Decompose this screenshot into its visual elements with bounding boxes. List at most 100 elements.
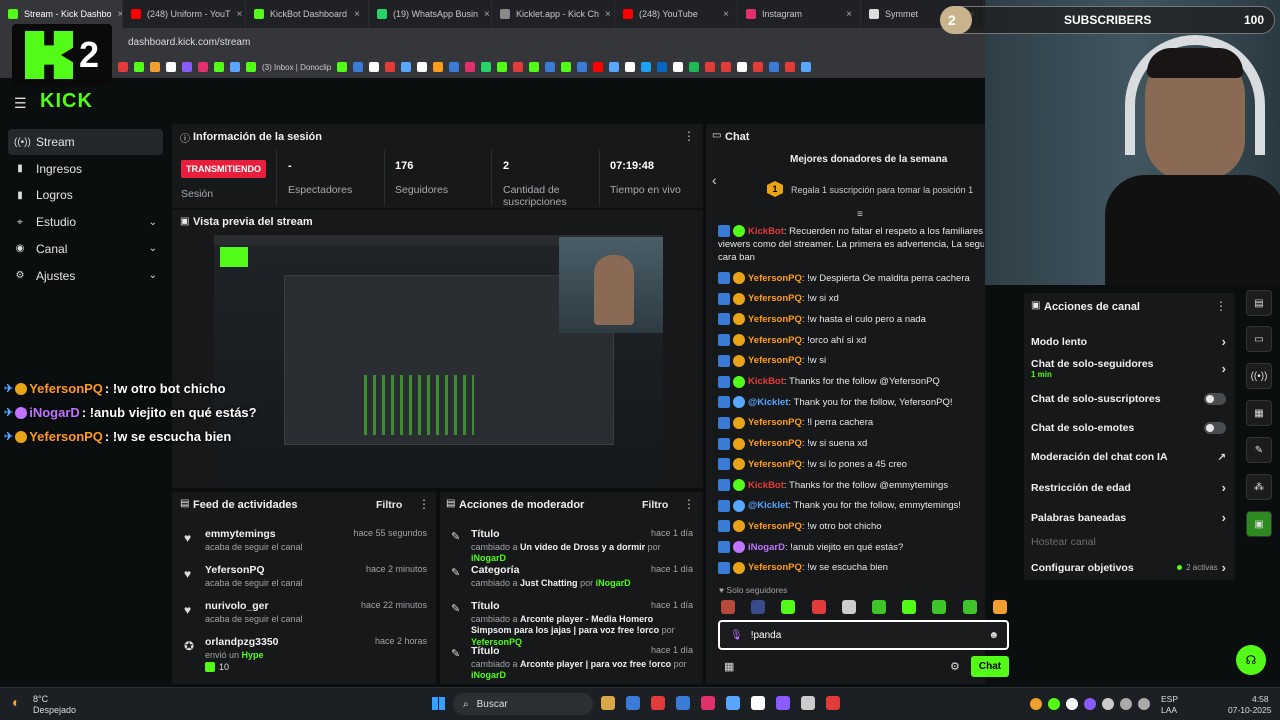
channel-action-control[interactable]: ↗ <box>1218 452 1226 463</box>
bookmark-icon[interactable] <box>673 62 684 72</box>
taskbar-search[interactable]: ⌕ Buscar <box>453 693 593 715</box>
bookmark-icon[interactable] <box>150 62 160 72</box>
tray-icon[interactable] <box>1084 698 1096 710</box>
channel-action-item[interactable]: Configurar objetivos 2 activas › <box>1031 560 1226 575</box>
chevron-left-icon[interactable]: ‹ <box>712 172 717 188</box>
tray-icon[interactable] <box>1066 698 1078 710</box>
bookmark-icon[interactable] <box>118 62 128 72</box>
mod-by[interactable]: iNogarD <box>471 553 506 563</box>
browser-tab[interactable]: (248) Uniform - YouT × <box>123 0 246 28</box>
clock-date[interactable]: 07-10-2025 <box>1228 705 1271 715</box>
bookmark-icon[interactable] <box>657 62 668 72</box>
toggle-switch[interactable] <box>1204 422 1226 434</box>
chat-username[interactable]: YefersonPQ <box>748 314 802 325</box>
emote-icon[interactable] <box>751 600 766 614</box>
chat-username[interactable]: YefersonPQ <box>748 521 802 532</box>
bookmark-icon[interactable] <box>561 62 572 72</box>
channel-action-control[interactable]: › <box>1222 334 1226 349</box>
rail-chat-button[interactable]: ▭ <box>1246 326 1272 352</box>
bookmark-icon[interactable] <box>417 62 428 72</box>
bookmark-icon[interactable] <box>214 62 224 72</box>
channel-action-item[interactable]: Restricción de edad › <box>1031 480 1226 495</box>
sidebar-item-estudio[interactable]: ⌖ Estudio ⌄ <box>8 209 163 235</box>
kebab-icon[interactable]: ⋮ <box>683 129 695 143</box>
chevron-down-icon[interactable]: ⌄ <box>149 243 157 254</box>
bookmark-icon[interactable] <box>401 62 412 72</box>
bookmark-icon[interactable] <box>246 62 256 72</box>
chat-username[interactable]: YefersonPQ <box>748 438 802 449</box>
taskbar-app-icon[interactable] <box>726 696 740 710</box>
bookmark-icon[interactable] <box>353 62 364 72</box>
chat-username[interactable]: YefersonPQ <box>748 355 802 366</box>
close-icon[interactable]: × <box>354 9 360 20</box>
kebab-icon[interactable]: ⋮ <box>683 497 695 511</box>
activity-item[interactable]: YefersonPQ acaba de seguir el canal hace 2… <box>205 564 427 588</box>
sidebar-item-stream[interactable]: ((•)) Stream <box>8 129 163 155</box>
bookmark-icon[interactable] <box>497 62 508 72</box>
chat-username[interactable]: @Kicklet <box>748 397 788 408</box>
activity-item[interactable]: emmytemings acaba de seguir el canal hace … <box>205 528 427 552</box>
channel-action-control[interactable]: 2 activas › <box>1177 560 1226 575</box>
support-button[interactable]: ☊ <box>1236 645 1266 675</box>
close-icon[interactable]: × <box>846 9 852 20</box>
mod-filter-button[interactable]: Filtro <box>642 499 668 511</box>
bookmark-icon[interactable] <box>721 62 732 72</box>
bookmark-icon[interactable] <box>230 62 240 72</box>
activity-filter-button[interactable]: Filtro <box>376 499 402 511</box>
activity-item[interactable]: nurivolo_ger acaba de seguir el canal hace… <box>205 600 427 624</box>
rail-tools-button[interactable]: ✎ <box>1246 437 1272 463</box>
channel-action-control[interactable]: › <box>1222 361 1226 376</box>
emoji-icon[interactable]: ☻ <box>988 630 999 641</box>
bookmark-icon[interactable] <box>705 62 716 72</box>
emote-icon[interactable] <box>932 600 947 614</box>
bookmark-icon[interactable] <box>801 62 812 72</box>
channel-action-item[interactable]: Chat de solo-seguidores 1 min › <box>1031 358 1226 379</box>
chat-username[interactable]: KickBot <box>748 376 784 387</box>
lang-indicator[interactable]: ESP <box>1161 694 1178 704</box>
browser-tab[interactable]: (19) WhatsApp Busin × <box>369 0 492 28</box>
bookmark-label[interactable]: (3) Inbox | Donoclip <box>262 63 331 72</box>
tray-icon[interactable] <box>1120 698 1132 710</box>
kebab-icon[interactable]: ⋮ <box>1215 299 1227 313</box>
mod-by[interactable]: iNogarD <box>471 670 506 680</box>
chat-username[interactable]: YefersonPQ <box>748 335 802 346</box>
bookmark-icon[interactable] <box>513 62 524 72</box>
sidebar-item-logros[interactable]: ▮ Logros <box>8 182 163 208</box>
sidebar-item-canal[interactable]: ◉ Canal ⌄ <box>8 236 163 262</box>
bookmark-icon[interactable] <box>481 62 492 72</box>
channel-action-item[interactable]: Palabras baneadas › <box>1031 510 1226 525</box>
bookmark-icon[interactable] <box>769 62 780 72</box>
bookmark-icon[interactable] <box>465 62 476 72</box>
chat-input-box[interactable]: 🎙 !panda ☻ <box>718 620 1009 650</box>
channel-action-item[interactable]: Hostear canal <box>1031 536 1226 548</box>
bookmark-icon[interactable] <box>577 62 588 72</box>
chat-username[interactable]: KickBot <box>748 480 784 491</box>
rail-store-button[interactable]: ▦ <box>1246 400 1272 426</box>
taskbar-app-icon[interactable] <box>801 696 815 710</box>
browser-tab[interactable]: KickBot Dashboard × <box>246 0 369 28</box>
channel-action-item[interactable]: Modo lento › <box>1031 334 1226 349</box>
bookmark-icon[interactable] <box>753 62 764 72</box>
bookmark-icon[interactable] <box>785 62 796 72</box>
taskbar-app-icon[interactable] <box>776 696 790 710</box>
taskbar-app-icon[interactable] <box>826 696 840 710</box>
bookmark-icon[interactable] <box>182 62 192 72</box>
kick-brand-logo[interactable]: KICK <box>40 90 93 113</box>
rail-nodes-button[interactable]: ⁂ <box>1246 474 1272 500</box>
emote-icon[interactable] <box>962 600 977 614</box>
url-text[interactable]: dashboard.kick.com/stream <box>128 37 250 48</box>
emote-icon[interactable] <box>721 600 735 614</box>
toggle-switch[interactable] <box>1204 393 1226 405</box>
bookmark-icon[interactable] <box>689 62 700 72</box>
windows-start-icon[interactable] <box>432 697 445 710</box>
mod-by[interactable]: iNogarD <box>596 578 631 588</box>
bookmark-icon[interactable] <box>337 62 348 72</box>
bookmark-icon[interactable] <box>433 62 444 72</box>
close-icon[interactable]: × <box>237 9 243 20</box>
bookmark-icon[interactable] <box>545 62 556 72</box>
bookmark-icon[interactable] <box>198 62 208 72</box>
channel-action-item[interactable]: Chat de solo-suscriptores <box>1031 393 1226 405</box>
tray-icon[interactable] <box>1138 698 1150 710</box>
channel-action-control[interactable]: › <box>1222 510 1226 525</box>
menu-icon[interactable]: ☰ <box>14 95 27 112</box>
